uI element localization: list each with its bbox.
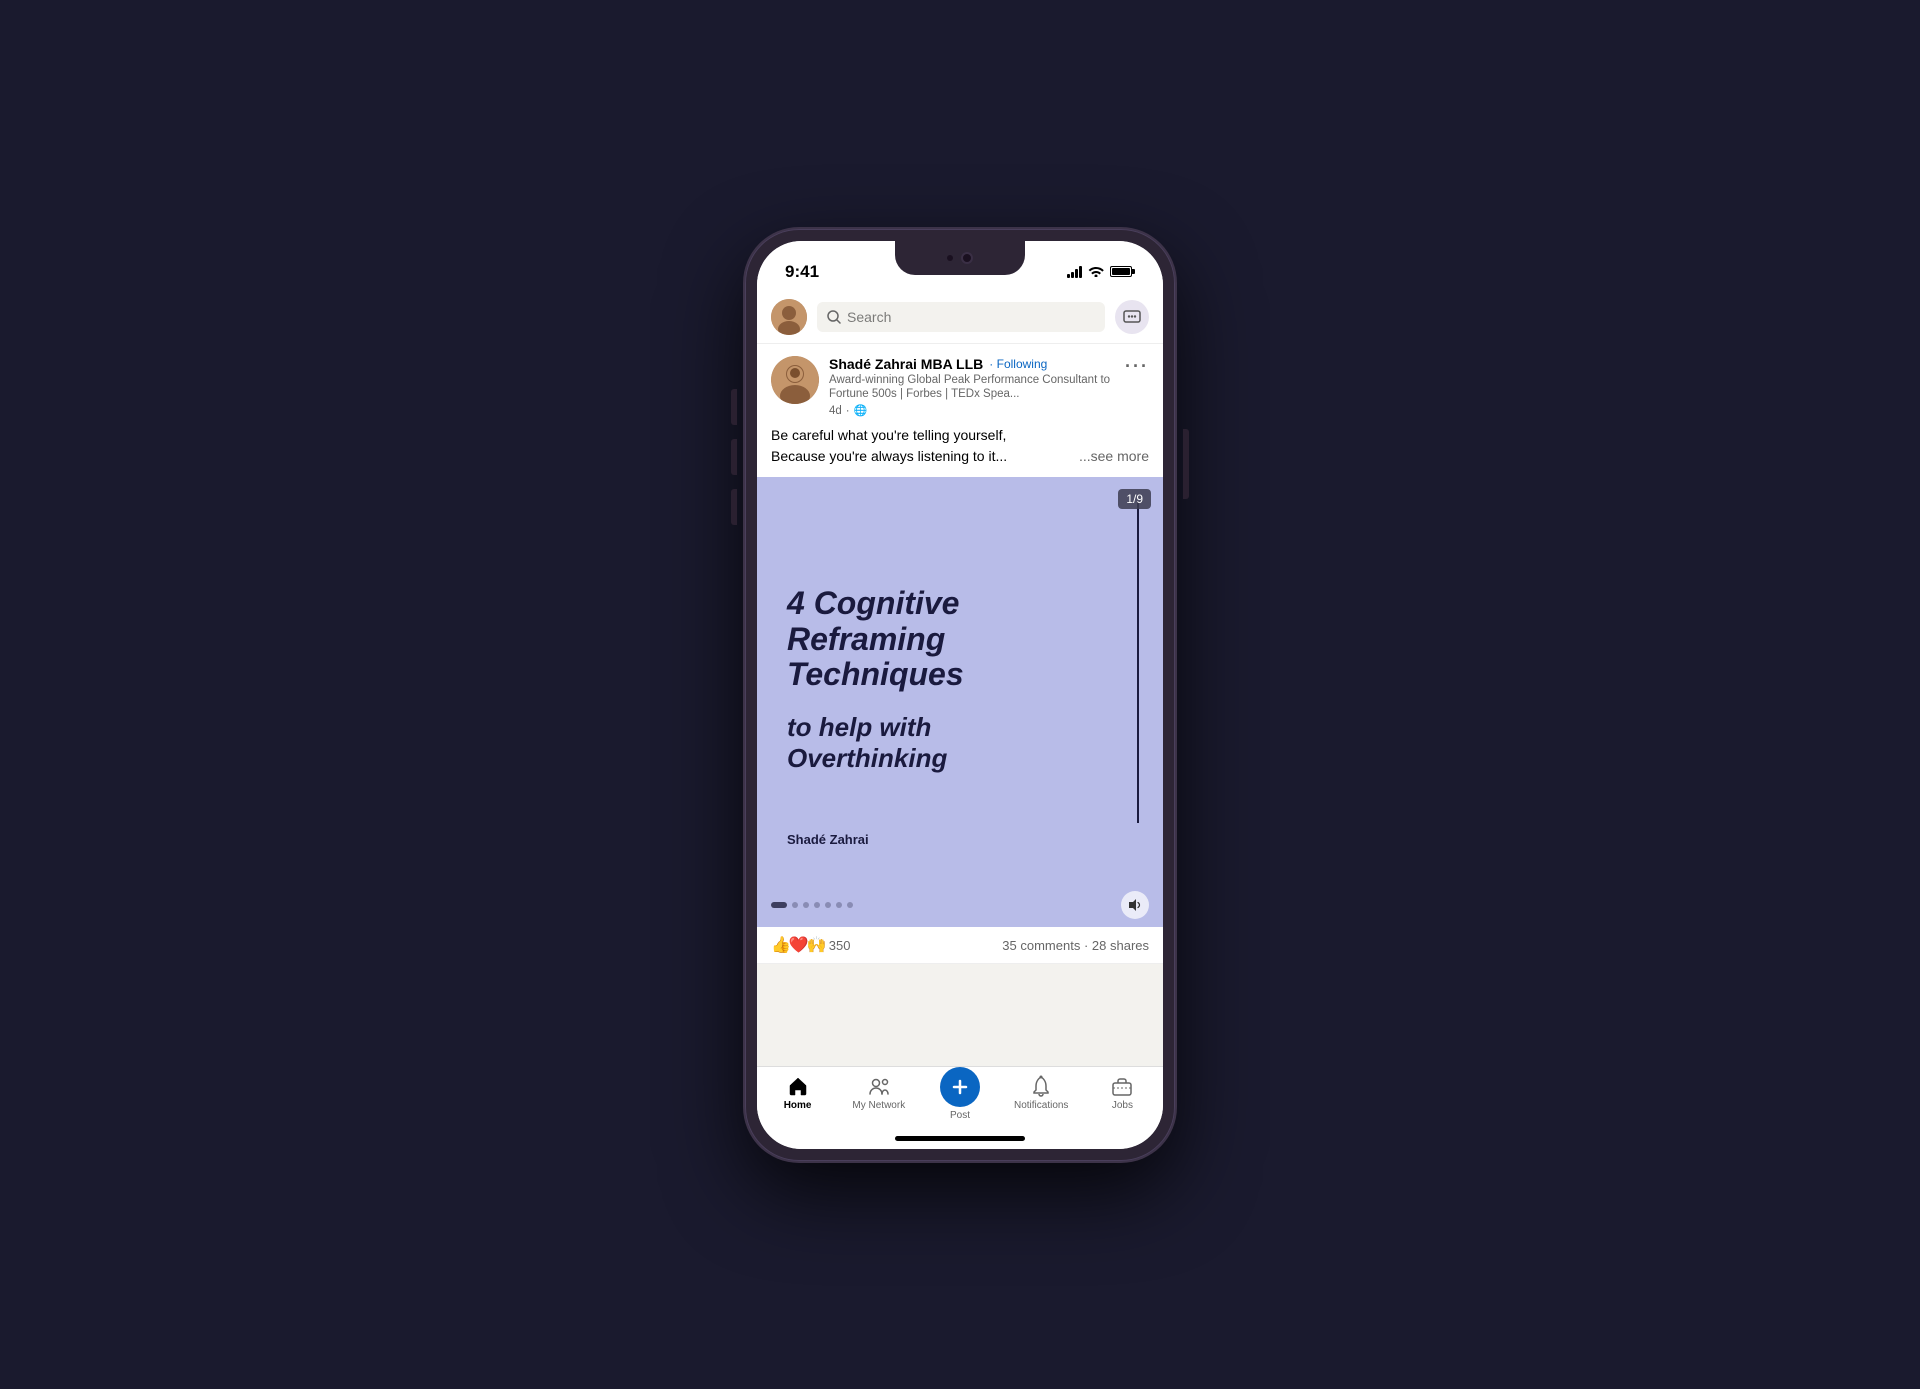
carousel-dots <box>771 902 853 908</box>
comments-count[interactable]: 35 comments <box>1002 938 1080 953</box>
post-meta: Shadé Zahrai MBA LLB · Following Award-w… <box>829 356 1115 418</box>
clap-emoji: 🙌 <box>807 935 827 955</box>
home-label: Home <box>784 1100 812 1111</box>
post-stats: 👍 ❤️ 🙌 350 35 comments · 28 shares <box>757 927 1163 964</box>
comments-shares: 35 comments · 28 shares <box>1002 938 1149 953</box>
author-row: Shadé Zahrai MBA LLB · Following <box>829 356 1115 372</box>
nav-jobs[interactable]: Jobs <box>1082 1075 1163 1111</box>
jobs-label: Jobs <box>1112 1100 1133 1111</box>
signal-bar-3 <box>1075 269 1078 278</box>
volume-button[interactable] <box>1121 891 1149 919</box>
phone-screen: 9:41 <box>757 241 1163 1149</box>
card-subtitle: to help with Overthinking <box>787 712 1133 774</box>
post-media-carousel[interactable]: 1/9 4 Cognitive Reframing Techniques to … <box>757 477 1163 883</box>
like-emoji: 👍 <box>771 935 791 955</box>
reaction-emojis: 👍 ❤️ 🙌 <box>771 935 825 955</box>
dot-7 <box>847 902 853 908</box>
notifications-icon <box>1030 1075 1052 1097</box>
post-card: Shadé Zahrai MBA LLB · Following Award-w… <box>757 344 1163 965</box>
front-camera <box>961 252 973 264</box>
dot-2 <box>792 902 798 908</box>
nav-home[interactable]: Home <box>757 1075 838 1111</box>
visibility-icon: 🌐 <box>854 404 868 417</box>
search-placeholder: Search <box>847 309 891 325</box>
messaging-button[interactable] <box>1115 300 1149 334</box>
signal-bar-1 <box>1067 274 1070 278</box>
nav-post[interactable]: Post <box>919 1075 1000 1121</box>
battery-icon <box>1110 266 1135 277</box>
my-network-icon <box>868 1075 890 1097</box>
post-body-text: Be careful what you're telling yourself,… <box>757 425 1163 477</box>
nav-my-network[interactable]: My Network <box>838 1075 919 1111</box>
post-button-circle[interactable] <box>940 1067 980 1107</box>
separator: · <box>1084 938 1092 953</box>
signal-bar-2 <box>1071 272 1074 278</box>
front-sensor <box>947 255 953 261</box>
reactions[interactable]: 👍 ❤️ 🙌 350 <box>771 935 850 955</box>
wifi-icon <box>1088 264 1104 280</box>
dot-1 <box>771 902 787 908</box>
signal-bar-4 <box>1079 266 1082 278</box>
notch <box>895 241 1025 275</box>
nav-notifications[interactable]: Notifications <box>1001 1075 1082 1111</box>
messaging-icon <box>1123 310 1141 324</box>
search-icon <box>827 310 841 324</box>
card-border <box>1137 501 1139 823</box>
top-bar: Search <box>757 291 1163 344</box>
post-header: Shadé Zahrai MBA LLB · Following Award-w… <box>757 344 1163 426</box>
home-indicator-bar <box>895 1136 1025 1141</box>
app-content: Search <box>757 291 1163 1149</box>
signal-icon <box>1067 266 1082 278</box>
shares-count[interactable]: 28 shares <box>1092 938 1149 953</box>
card-author: Shadé Zahrai <box>787 832 869 847</box>
post-label: Post <box>950 1110 970 1121</box>
reactions-count: 350 <box>829 938 851 953</box>
post-time: 4d · 🌐 <box>829 404 1115 417</box>
post-plus-icon <box>951 1078 969 1096</box>
card-slide-1: 4 Cognitive Reframing Techniques to help… <box>757 477 1163 883</box>
post-author-avatar[interactable] <box>771 356 819 404</box>
status-time: 9:41 <box>785 262 819 282</box>
carousel-controls <box>757 883 1163 927</box>
volume-icon <box>1128 898 1142 912</box>
user-avatar[interactable] <box>771 299 807 335</box>
feed[interactable]: Shadé Zahrai MBA LLB · Following Award-w… <box>757 344 1163 1066</box>
dot-6 <box>836 902 842 908</box>
avatar-image <box>771 299 807 335</box>
separator-dot: · <box>846 405 850 417</box>
love-emoji: ❤️ <box>789 935 809 955</box>
jobs-icon <box>1111 1075 1133 1097</box>
post-subtitle: Award-winning Global Peak Performance Co… <box>829 373 1115 403</box>
slide-counter: 1/9 <box>1118 489 1151 509</box>
see-more-link[interactable]: ...see more <box>1079 446 1149 467</box>
home-icon <box>787 1075 809 1097</box>
card-main-title: 4 Cognitive Reframing Techniques <box>787 586 1133 692</box>
phone-frame: 9:41 <box>745 229 1175 1161</box>
more-dots: ··· <box>1125 356 1149 377</box>
status-icons <box>1067 264 1135 280</box>
dot-5 <box>825 902 831 908</box>
dot-4 <box>814 902 820 908</box>
bottom-navigation: Home My Network <box>757 1066 1163 1149</box>
following-label[interactable]: · Following <box>989 357 1047 371</box>
search-bar[interactable]: Search <box>817 302 1105 332</box>
post-author-name: Shadé Zahrai MBA LLB <box>829 356 983 372</box>
dot-3 <box>803 902 809 908</box>
notifications-label: Notifications <box>1014 1100 1068 1111</box>
post-more-button[interactable]: ··· <box>1125 356 1149 377</box>
my-network-label: My Network <box>852 1100 905 1111</box>
